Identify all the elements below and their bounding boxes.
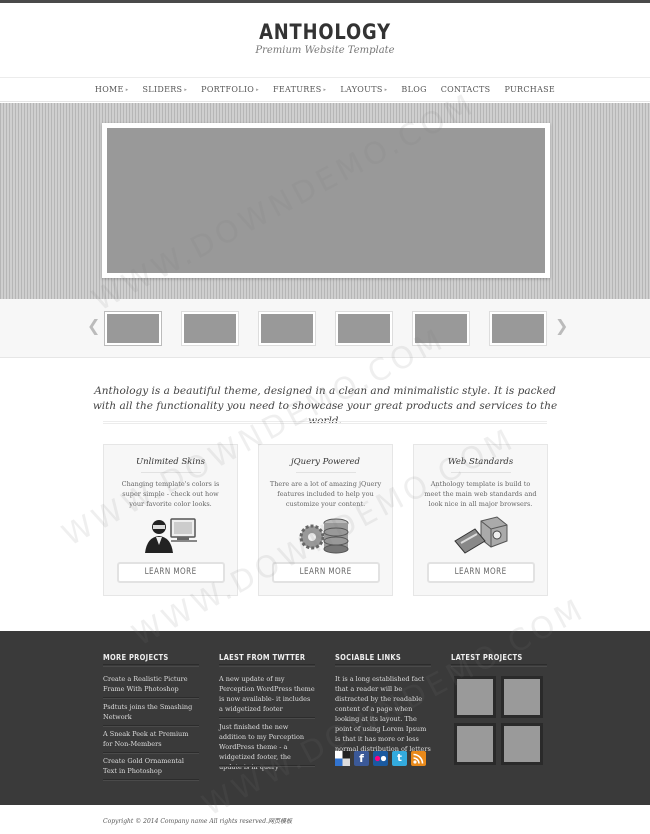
footer: MORE PROJECTS Create a Realistic Picture… bbox=[0, 631, 650, 805]
next-arrow-icon[interactable]: ❯ bbox=[555, 316, 568, 335]
copyright-text: Copyright © 2014 Company name All rights… bbox=[103, 818, 292, 825]
footer-title-twitter: LAEST FROM TWTTER bbox=[219, 653, 306, 662]
submenu-arrow-icon: ▸ bbox=[184, 87, 188, 93]
latest-project-thumb[interactable] bbox=[501, 723, 543, 765]
bottom-bar: Copyright © 2014 Company name All rights… bbox=[0, 805, 650, 834]
nav-item-home[interactable]: HOME ▸ bbox=[88, 78, 136, 102]
nav-item-sliders[interactable]: SLIDERS ▸ bbox=[136, 78, 195, 102]
latest-project-thumb[interactable] bbox=[454, 723, 496, 765]
slider-image bbox=[107, 128, 545, 273]
twitter-icon[interactable]: t bbox=[392, 751, 407, 766]
footer-title-latest-projects: LATEST PROJECTS bbox=[451, 653, 523, 662]
feature-title: jQuery Powered bbox=[290, 457, 360, 467]
latest-project-thumb[interactable] bbox=[501, 676, 543, 718]
tweet: A new update of my Perception WordPress … bbox=[219, 675, 315, 713]
slider-thumb[interactable] bbox=[489, 311, 547, 346]
nav-item-contacts[interactable]: CONTACTS bbox=[434, 78, 498, 102]
sociable-text: It is a long established fact that a rea… bbox=[335, 675, 431, 753]
slider-thumb[interactable] bbox=[335, 311, 393, 346]
main-nav: HOME ▸ SLIDERS ▸ PORTFOLIO ▸ FEATURES ▸ LAYO… bbox=[0, 77, 650, 102]
divider bbox=[103, 421, 547, 424]
submenu-arrow-icon: ▸ bbox=[256, 87, 259, 93]
nav-item-purchase[interactable]: PURCHASE bbox=[497, 78, 562, 102]
user-computer-icon bbox=[141, 515, 201, 555]
slider-thumb[interactable] bbox=[181, 311, 239, 346]
tools-box-icon bbox=[451, 515, 511, 555]
feature-box-skins: Unlimited Skins Changing template's colo… bbox=[103, 444, 238, 596]
slider-thumb[interactable] bbox=[412, 311, 470, 346]
footer-title-sociable: SOCIABLE LINKS bbox=[335, 653, 402, 662]
rss-icon[interactable] bbox=[411, 751, 426, 766]
top-border bbox=[0, 0, 650, 3]
site-title[interactable]: ANTHOLOGY bbox=[49, 20, 602, 44]
project-link[interactable]: A Sneak Peek at Premium for Non-Members bbox=[103, 729, 199, 749]
submenu-arrow-icon: ▸ bbox=[323, 87, 327, 93]
slider-thumb[interactable] bbox=[104, 311, 162, 346]
site-tagline: Premium Website Template bbox=[255, 45, 395, 56]
feature-box-standards: Web Standards Anthology template is buil… bbox=[413, 444, 548, 596]
slider-thumb[interactable] bbox=[258, 311, 316, 346]
project-link[interactable]: Psdtuts joins the Smashing Network bbox=[103, 702, 199, 722]
project-link[interactable]: Create a Realistic Picture Frame With Ph… bbox=[103, 674, 199, 694]
delicious-icon[interactable] bbox=[335, 751, 350, 766]
learn-more-button[interactable]: LEARN MORE bbox=[427, 562, 535, 583]
gears-database-icon bbox=[296, 515, 356, 555]
slider-band bbox=[0, 103, 650, 299]
learn-more-button[interactable]: LEARN MORE bbox=[117, 562, 225, 583]
flickr-icon[interactable] bbox=[373, 751, 388, 766]
footer-title-more-projects: MORE PROJECTS bbox=[103, 653, 169, 662]
submenu-arrow-icon: ▸ bbox=[384, 87, 388, 93]
feature-title: Unlimited Skins bbox=[136, 457, 205, 467]
feature-text: Anthology template is build to meet the … bbox=[424, 480, 537, 508]
feature-text: There are a lot of amazing jQuery featur… bbox=[269, 480, 382, 508]
nav-item-portfolio[interactable]: PORTFOLIO ▸ bbox=[194, 78, 266, 102]
latest-project-thumb[interactable] bbox=[454, 676, 496, 718]
feature-title: Web Standards bbox=[447, 457, 514, 467]
nav-item-blog[interactable]: BLOG bbox=[394, 78, 433, 102]
feature-box-jquery: jQuery Powered There are a lot of amazin… bbox=[258, 444, 393, 596]
project-link[interactable]: Create Gold Ornamental Text in Photoshop bbox=[103, 756, 199, 776]
feature-text: Changing template's colors is super simp… bbox=[121, 480, 220, 508]
learn-more-button[interactable]: LEARN MORE bbox=[272, 562, 380, 583]
slider-frame[interactable] bbox=[102, 123, 550, 278]
thumbnail-strip: ❮ ❯ bbox=[0, 299, 650, 358]
submenu-arrow-icon: ▸ bbox=[125, 87, 129, 93]
nav-item-layouts[interactable]: LAYOUTS ▸ bbox=[333, 78, 394, 102]
prev-arrow-icon[interactable]: ❮ bbox=[87, 316, 100, 335]
nav-item-features[interactable]: FEATURES ▸ bbox=[266, 78, 333, 102]
facebook-icon[interactable]: f bbox=[354, 751, 369, 766]
